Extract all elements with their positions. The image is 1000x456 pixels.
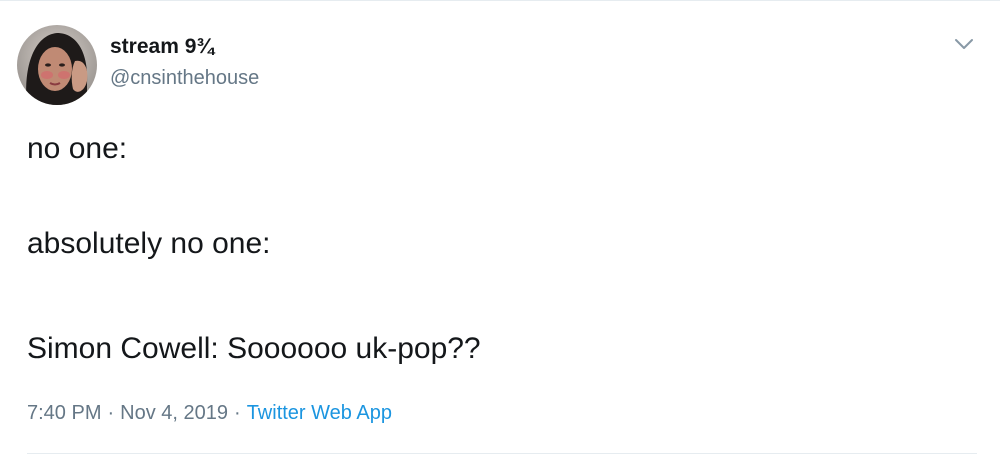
tweet-source-link[interactable]: Twitter Web App	[247, 402, 392, 424]
tweet-metadata: 7:40 PM · Nov 4, 2019 · Twitter Web App	[27, 399, 392, 427]
chevron-down-icon[interactable]	[953, 35, 975, 53]
tweet-date[interactable]: Nov 4, 2019	[120, 402, 228, 424]
user-handle[interactable]: @cnsinthehouse	[110, 65, 259, 91]
tweet-text-line: no one:	[27, 132, 128, 165]
tweet-text-line: Simon Cowell: Soooooo uk-pop??	[27, 332, 481, 365]
tweet-text-line: absolutely no one:	[27, 227, 271, 260]
display-name[interactable]: stream 9¾	[110, 34, 214, 60]
separator: ·	[234, 402, 241, 424]
divider	[27, 453, 977, 454]
tweet-time[interactable]: 7:40 PM	[27, 402, 101, 424]
separator: ·	[107, 402, 115, 424]
avatar-image	[17, 25, 97, 105]
tweet-card: stream 9¾ @cnsinthehouse no one: absolut…	[0, 0, 1000, 456]
avatar[interactable]	[17, 25, 97, 105]
